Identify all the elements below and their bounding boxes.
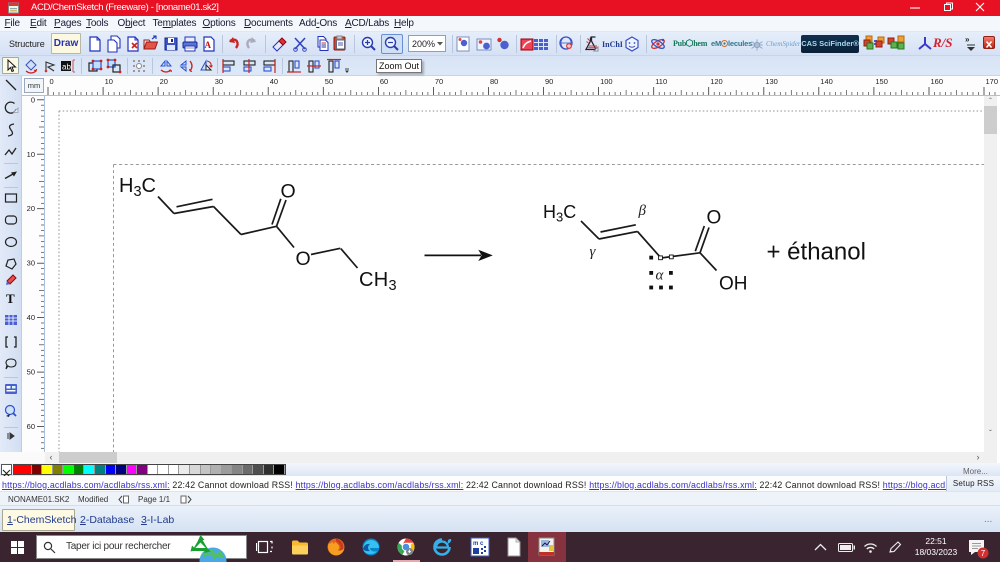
- svg-text:O: O: [707, 208, 722, 229]
- svg-text:60: 60: [380, 77, 388, 86]
- svg-text:A: A: [204, 40, 211, 50]
- svg-text:0: 0: [50, 77, 54, 86]
- svg-text:OH: OH: [719, 274, 748, 295]
- svg-text:H3C: H3C: [119, 175, 156, 200]
- svg-text:10: 10: [27, 150, 35, 159]
- svg-text:50: 50: [325, 77, 333, 86]
- svg-text:90: 90: [545, 77, 553, 86]
- svg-text:70: 70: [435, 77, 443, 86]
- svg-text:150: 150: [875, 77, 888, 86]
- svg-text:100: 100: [600, 77, 613, 86]
- svg-text:50: 50: [27, 368, 35, 377]
- svg-text:120: 120: [710, 77, 723, 86]
- svg-text:7: 7: [981, 549, 986, 558]
- svg-text:40: 40: [27, 313, 35, 322]
- svg-text:130: 130: [765, 77, 778, 86]
- svg-text:10: 10: [105, 77, 113, 86]
- svg-text:40: 40: [270, 77, 278, 86]
- svg-text:30: 30: [27, 259, 35, 268]
- svg-text:+ éthanol: + éthanol: [767, 239, 866, 266]
- svg-text:γ: γ: [590, 244, 597, 260]
- svg-text:60: 60: [27, 422, 35, 431]
- svg-text:140: 140: [820, 77, 833, 86]
- svg-text:80: 80: [490, 77, 498, 86]
- svg-text:20: 20: [27, 204, 35, 213]
- svg-text:30: 30: [215, 77, 223, 86]
- svg-text:O: O: [281, 181, 296, 203]
- svg-text:20: 20: [160, 77, 168, 86]
- svg-text:O: O: [296, 248, 311, 270]
- svg-text:170: 170: [986, 77, 999, 86]
- svg-text:ab: ab: [62, 63, 71, 72]
- svg-text:110: 110: [655, 77, 667, 86]
- svg-text:H3C: H3C: [543, 202, 576, 225]
- svg-text:160: 160: [931, 77, 944, 86]
- svg-text:α: α: [656, 268, 665, 284]
- svg-text:CH3: CH3: [359, 269, 397, 294]
- svg-text:β: β: [638, 203, 647, 219]
- svg-text:m c: m c: [473, 541, 484, 547]
- svg-text:0: 0: [31, 96, 35, 104]
